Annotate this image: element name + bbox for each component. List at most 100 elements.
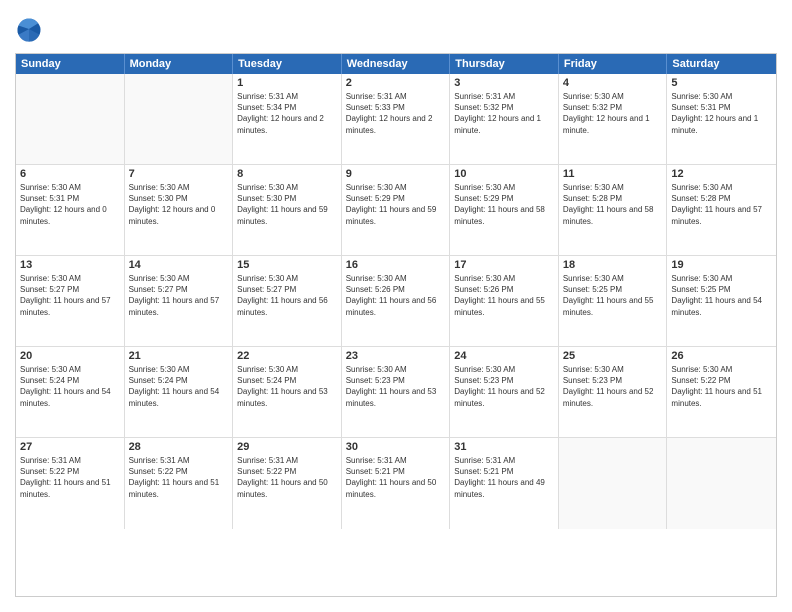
- calendar-week-3: 13 Sunrise: 5:30 AMSunset: 5:27 PMDayligh…: [16, 256, 776, 347]
- calendar-cell: 23 Sunrise: 5:30 AMSunset: 5:23 PMDayligh…: [342, 347, 451, 437]
- day-detail: Sunrise: 5:31 AMSunset: 5:34 PMDaylight:…: [237, 91, 337, 136]
- day-number: 16: [346, 259, 446, 271]
- calendar-body: 1 Sunrise: 5:31 AMSunset: 5:34 PMDaylight…: [16, 74, 776, 529]
- header-day-saturday: Saturday: [667, 54, 776, 74]
- logo-icon: [15, 15, 43, 43]
- header-day-friday: Friday: [559, 54, 668, 74]
- calendar-cell: 2Sunrise: 5:31 AMSunset: 5:33 PMDaylight…: [342, 74, 451, 164]
- header-day-tuesday: Tuesday: [233, 54, 342, 74]
- header: [15, 15, 777, 43]
- day-detail: Sunrise: 5:31 AMSunset: 5:22 PMDaylight:…: [237, 455, 337, 500]
- header-day-sunday: Sunday: [16, 54, 125, 74]
- day-detail: Sunrise: 5:30 AMSunset: 5:23 PMDaylight:…: [346, 364, 446, 409]
- day-number: 11: [563, 168, 663, 180]
- day-detail: Sunrise: 5:30 AMSunset: 5:24 PMDaylight:…: [237, 364, 337, 409]
- calendar-week-1: 1 Sunrise: 5:31 AMSunset: 5:34 PMDaylight…: [16, 74, 776, 165]
- calendar-week-2: 6 Sunrise: 5:30 AMSunset: 5:31 PMDaylight…: [16, 165, 776, 256]
- calendar-cell: 7 Sunrise: 5:30 AMSunset: 5:30 PMDaylight…: [125, 165, 234, 255]
- calendar-cell: 14 Sunrise: 5:30 AMSunset: 5:27 PMDayligh…: [125, 256, 234, 346]
- day-detail: Sunrise: 5:30 AMSunset: 5:25 PMDaylight:…: [671, 273, 772, 318]
- calendar-cell: 19 Sunrise: 5:30 AMSunset: 5:25 PMDayligh…: [667, 256, 776, 346]
- day-number: 2: [346, 77, 446, 89]
- day-number: 18: [563, 259, 663, 271]
- day-number: 20: [20, 350, 120, 362]
- day-number: 30: [346, 441, 446, 453]
- calendar: SundayMondayTuesdayWednesdayThursdayFrid…: [15, 53, 777, 597]
- calendar-cell: 20 Sunrise: 5:30 AMSunset: 5:24 PMDayligh…: [16, 347, 125, 437]
- logo: [15, 15, 47, 43]
- day-detail: Sunrise: 5:31 AMSunset: 5:32 PMDaylight:…: [454, 91, 554, 136]
- day-number: 3: [454, 77, 554, 89]
- calendar-cell: [125, 74, 234, 164]
- calendar-cell: 9 Sunrise: 5:30 AMSunset: 5:29 PMDaylight…: [342, 165, 451, 255]
- calendar-cell: 31 Sunrise: 5:31 AMSunset: 5:21 PMDayligh…: [450, 438, 559, 529]
- day-number: 22: [237, 350, 337, 362]
- calendar-cell: 11 Sunrise: 5:30 AMSunset: 5:28 PMDayligh…: [559, 165, 668, 255]
- calendar-cell: [559, 438, 668, 529]
- day-detail: Sunrise: 5:30 AMSunset: 5:23 PMDaylight:…: [563, 364, 663, 409]
- day-number: 10: [454, 168, 554, 180]
- day-number: 28: [129, 441, 229, 453]
- day-detail: Sunrise: 5:30 AMSunset: 5:30 PMDaylight:…: [237, 182, 337, 227]
- day-number: 12: [671, 168, 772, 180]
- day-detail: Sunrise: 5:30 AMSunset: 5:31 PMDaylight:…: [20, 182, 120, 227]
- day-number: 6: [20, 168, 120, 180]
- day-detail: Sunrise: 5:30 AMSunset: 5:30 PMDaylight:…: [129, 182, 229, 227]
- calendar-cell: 18 Sunrise: 5:30 AMSunset: 5:25 PMDayligh…: [559, 256, 668, 346]
- day-number: 8: [237, 168, 337, 180]
- day-number: 19: [671, 259, 772, 271]
- calendar-cell: 21Sunrise: 5:30 AMSunset: 5:24 PMDayligh…: [125, 347, 234, 437]
- calendar-cell: 15Sunrise: 5:30 AMSunset: 5:27 PMDayligh…: [233, 256, 342, 346]
- day-detail: Sunrise: 5:30 AMSunset: 5:25 PMDaylight:…: [563, 273, 663, 318]
- day-number: 23: [346, 350, 446, 362]
- day-number: 13: [20, 259, 120, 271]
- day-number: 31: [454, 441, 554, 453]
- day-number: 17: [454, 259, 554, 271]
- day-number: 21: [129, 350, 229, 362]
- calendar-cell: 16 Sunrise: 5:30 AMSunset: 5:26 PMDayligh…: [342, 256, 451, 346]
- day-number: 29: [237, 441, 337, 453]
- calendar-cell: 17 Sunrise: 5:30 AMSunset: 5:26 PMDayligh…: [450, 256, 559, 346]
- calendar-week-5: 27 Sunrise: 5:31 AMSunset: 5:22 PMDayligh…: [16, 438, 776, 529]
- calendar-cell: 10 Sunrise: 5:30 AMSunset: 5:29 PMDayligh…: [450, 165, 559, 255]
- day-detail: Sunrise: 5:31 AMSunset: 5:21 PMDaylight:…: [454, 455, 554, 500]
- calendar-cell: 1 Sunrise: 5:31 AMSunset: 5:34 PMDaylight…: [233, 74, 342, 164]
- day-detail: Sunrise: 5:30 AMSunset: 5:29 PMDaylight:…: [454, 182, 554, 227]
- day-number: 7: [129, 168, 229, 180]
- day-detail: Sunrise: 5:31 AMSunset: 5:22 PMDaylight:…: [129, 455, 229, 500]
- header-day-wednesday: Wednesday: [342, 54, 451, 74]
- calendar-cell: 25Sunrise: 5:30 AMSunset: 5:23 PMDayligh…: [559, 347, 668, 437]
- day-number: 1: [237, 77, 337, 89]
- calendar-cell: 24 Sunrise: 5:30 AMSunset: 5:23 PMDayligh…: [450, 347, 559, 437]
- calendar-cell: 6 Sunrise: 5:30 AMSunset: 5:31 PMDaylight…: [16, 165, 125, 255]
- day-detail: Sunrise: 5:31 AMSunset: 5:22 PMDaylight:…: [20, 455, 120, 500]
- day-number: 27: [20, 441, 120, 453]
- calendar-cell: 3 Sunrise: 5:31 AMSunset: 5:32 PMDaylight…: [450, 74, 559, 164]
- calendar-cell: 5Sunrise: 5:30 AMSunset: 5:31 PMDaylight…: [667, 74, 776, 164]
- day-number: 14: [129, 259, 229, 271]
- day-detail: Sunrise: 5:30 AMSunset: 5:32 PMDaylight:…: [563, 91, 663, 136]
- calendar-cell: [16, 74, 125, 164]
- calendar-header: SundayMondayTuesdayWednesdayThursdayFrid…: [16, 54, 776, 74]
- calendar-week-4: 20 Sunrise: 5:30 AMSunset: 5:24 PMDayligh…: [16, 347, 776, 438]
- day-detail: Sunrise: 5:30 AMSunset: 5:28 PMDaylight:…: [563, 182, 663, 227]
- day-detail: Sunrise: 5:30 AMSunset: 5:27 PMDaylight:…: [129, 273, 229, 318]
- calendar-cell: 4Sunrise: 5:30 AMSunset: 5:32 PMDaylight…: [559, 74, 668, 164]
- day-number: 9: [346, 168, 446, 180]
- calendar-cell: 26Sunrise: 5:30 AMSunset: 5:22 PMDayligh…: [667, 347, 776, 437]
- day-detail: Sunrise: 5:30 AMSunset: 5:29 PMDaylight:…: [346, 182, 446, 227]
- day-detail: Sunrise: 5:30 AMSunset: 5:27 PMDaylight:…: [237, 273, 337, 318]
- day-detail: Sunrise: 5:30 AMSunset: 5:26 PMDaylight:…: [346, 273, 446, 318]
- calendar-cell: 28 Sunrise: 5:31 AMSunset: 5:22 PMDayligh…: [125, 438, 234, 529]
- calendar-cell: 30 Sunrise: 5:31 AMSunset: 5:21 PMDayligh…: [342, 438, 451, 529]
- day-detail: Sunrise: 5:30 AMSunset: 5:26 PMDaylight:…: [454, 273, 554, 318]
- day-detail: Sunrise: 5:30 AMSunset: 5:23 PMDaylight:…: [454, 364, 554, 409]
- day-detail: Sunrise: 5:30 AMSunset: 5:24 PMDaylight:…: [20, 364, 120, 409]
- day-number: 24: [454, 350, 554, 362]
- calendar-cell: [667, 438, 776, 529]
- calendar-cell: 8 Sunrise: 5:30 AMSunset: 5:30 PMDaylight…: [233, 165, 342, 255]
- day-detail: Sunrise: 5:30 AMSunset: 5:31 PMDaylight:…: [671, 91, 772, 136]
- day-detail: Sunrise: 5:31 AMSunset: 5:21 PMDaylight:…: [346, 455, 446, 500]
- calendar-cell: 22 Sunrise: 5:30 AMSunset: 5:24 PMDayligh…: [233, 347, 342, 437]
- calendar-cell: 29 Sunrise: 5:31 AMSunset: 5:22 PMDayligh…: [233, 438, 342, 529]
